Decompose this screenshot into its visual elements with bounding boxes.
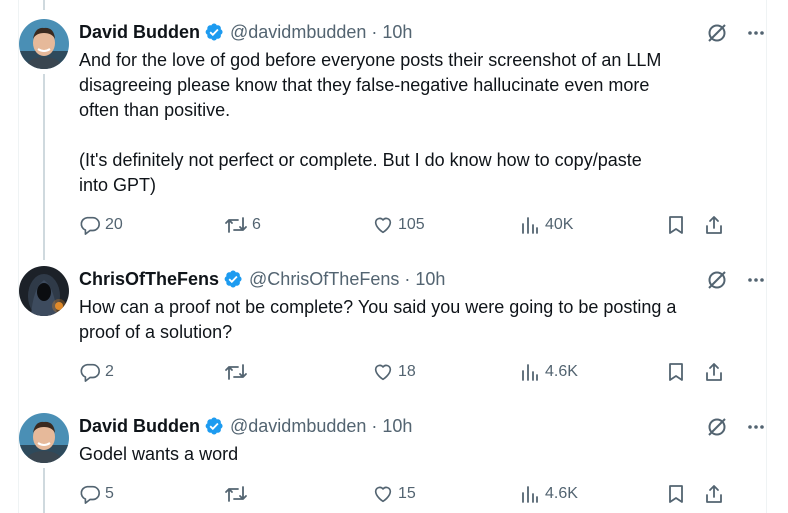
reply-count: 20 bbox=[105, 216, 123, 233]
views-button[interactable]: 40K bbox=[519, 214, 573, 236]
like-button[interactable]: 18 bbox=[372, 361, 416, 383]
thread-line bbox=[43, 0, 45, 10]
grok-icon[interactable] bbox=[706, 416, 728, 438]
tweet-text: And for the love of god before everyone … bbox=[79, 50, 662, 195]
reply-button[interactable]: 20 bbox=[79, 214, 123, 236]
repost-button[interactable] bbox=[224, 483, 252, 505]
reply-icon bbox=[80, 216, 100, 235]
display-name[interactable]: David Budden bbox=[79, 22, 200, 43]
share-icon bbox=[706, 485, 722, 503]
grok-icon[interactable] bbox=[706, 22, 728, 44]
verified-badge-icon bbox=[204, 416, 224, 436]
like-button[interactable]: 15 bbox=[372, 483, 416, 505]
action-bar: 5 15 4.6K bbox=[79, 483, 739, 507]
handle[interactable]: @davidmbudden bbox=[230, 416, 366, 437]
tweet-text: How can a proof not be complete? You sai… bbox=[79, 297, 677, 342]
share-button[interactable] bbox=[703, 483, 729, 505]
views-button[interactable]: 4.6K bbox=[519, 361, 578, 383]
column-border-right bbox=[766, 0, 767, 513]
more-icon[interactable] bbox=[746, 270, 766, 290]
views-button[interactable]: 4.6K bbox=[519, 483, 578, 505]
repost-icon bbox=[225, 486, 247, 502]
view-count: 4.6K bbox=[545, 363, 578, 380]
like-count: 18 bbox=[398, 363, 416, 380]
display-name[interactable]: ChrisOfTheFens bbox=[79, 269, 219, 290]
repost-icon bbox=[225, 364, 247, 380]
repost-button[interactable] bbox=[224, 361, 252, 383]
repost-count: 6 bbox=[252, 216, 261, 233]
bookmark-button[interactable] bbox=[665, 214, 691, 236]
handle[interactable]: @ChrisOfTheFens bbox=[249, 269, 399, 290]
separator: · bbox=[371, 415, 378, 436]
like-button[interactable]: 105 bbox=[372, 214, 425, 236]
like-count: 105 bbox=[398, 216, 425, 233]
bookmark-icon bbox=[669, 363, 683, 381]
view-count: 4.6K bbox=[545, 485, 578, 502]
reply-button[interactable]: 5 bbox=[79, 483, 114, 505]
timestamp[interactable]: 10h bbox=[382, 22, 412, 43]
like-icon bbox=[374, 486, 392, 503]
repost-icon bbox=[225, 217, 247, 233]
share-button[interactable] bbox=[703, 361, 729, 383]
thread-line bbox=[43, 74, 45, 260]
timestamp[interactable]: 10h bbox=[415, 269, 445, 290]
timestamp[interactable]: 10h bbox=[382, 416, 412, 437]
reply-button[interactable]: 2 bbox=[79, 361, 114, 383]
more-icon[interactable] bbox=[746, 417, 766, 437]
separator: · bbox=[371, 21, 378, 42]
separator: · bbox=[404, 268, 411, 289]
views-icon bbox=[522, 217, 538, 234]
reply-icon bbox=[80, 363, 100, 382]
verified-badge-icon bbox=[223, 269, 243, 289]
reply-icon bbox=[80, 485, 100, 504]
handle[interactable]: @davidmbudden bbox=[230, 22, 366, 43]
like-icon bbox=[374, 217, 392, 234]
share-button[interactable] bbox=[703, 214, 729, 236]
bookmark-button[interactable] bbox=[665, 361, 691, 383]
verified-badge-icon bbox=[204, 22, 224, 42]
views-icon bbox=[522, 486, 538, 503]
share-icon bbox=[706, 363, 722, 381]
repost-button[interactable]: 6 bbox=[224, 214, 261, 236]
views-icon bbox=[522, 364, 538, 381]
thread-line bbox=[43, 468, 45, 513]
avatar[interactable] bbox=[19, 19, 69, 69]
action-bar: 20 6 105 40K bbox=[79, 214, 739, 238]
reply-count: 5 bbox=[105, 485, 114, 502]
display-name[interactable]: David Budden bbox=[79, 416, 200, 437]
grok-icon[interactable] bbox=[706, 269, 728, 291]
more-icon[interactable] bbox=[746, 23, 766, 43]
bookmark-icon bbox=[669, 216, 683, 234]
tweet-text: Godel wants a word bbox=[79, 444, 239, 464]
share-icon bbox=[706, 216, 722, 234]
like-count: 15 bbox=[398, 485, 416, 502]
bookmark-button[interactable] bbox=[665, 483, 691, 505]
avatar[interactable] bbox=[19, 413, 69, 463]
action-bar: 2 18 4.6K bbox=[79, 361, 739, 385]
bookmark-icon bbox=[669, 485, 683, 503]
view-count: 40K bbox=[545, 216, 574, 233]
avatar[interactable] bbox=[19, 266, 69, 316]
like-icon bbox=[374, 364, 392, 381]
reply-count: 2 bbox=[105, 363, 114, 380]
